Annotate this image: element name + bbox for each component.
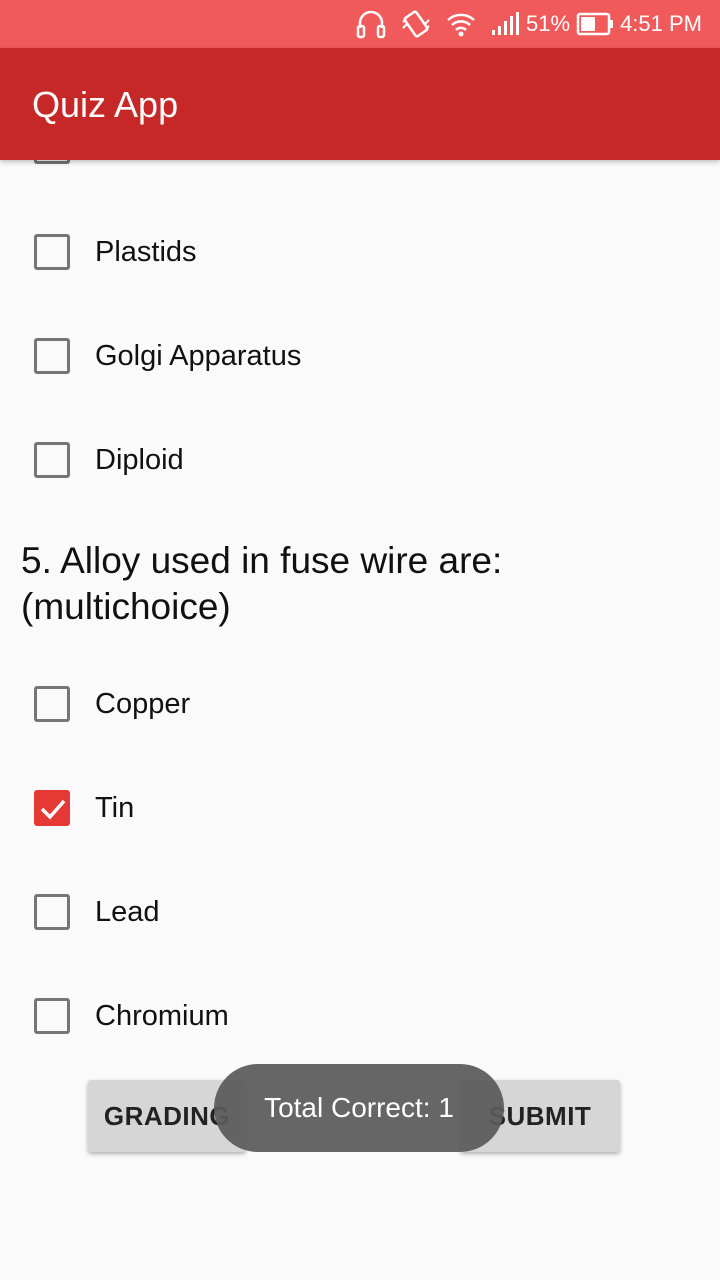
app-bar: Quiz App xyxy=(0,48,720,160)
checkbox[interactable] xyxy=(34,686,70,722)
option-label: Plastids xyxy=(95,235,197,268)
checkmark-icon xyxy=(40,799,66,820)
option-label: Copper xyxy=(95,687,191,720)
checkbox[interactable] xyxy=(34,234,70,270)
question-5-text: 5. Alloy used in fuse wire are: (multich… xyxy=(21,540,503,627)
signal-icon xyxy=(490,11,520,37)
option-tin[interactable]: Tin xyxy=(0,778,720,838)
option-golgi-apparatus[interactable]: Golgi Apparatus xyxy=(0,326,720,386)
option-label: Diploid xyxy=(95,443,184,476)
option-lead[interactable]: Lead xyxy=(0,882,720,942)
checkbox[interactable] xyxy=(34,338,70,374)
headphones-icon xyxy=(356,8,386,40)
clock: 4:51 PM xyxy=(620,11,702,36)
option-chromium[interactable]: Chromium xyxy=(0,986,720,1046)
toast-message: Total Correct: 1 xyxy=(214,1064,504,1152)
quiz-content[interactable]: Plastids Golgi Apparatus Diploid 5. Allo… xyxy=(0,160,720,1280)
vibrate-icon xyxy=(400,9,432,39)
checkbox[interactable] xyxy=(34,442,70,478)
checkbox[interactable] xyxy=(34,998,70,1034)
option-plastids[interactable]: Plastids xyxy=(0,222,720,282)
option-diploid[interactable]: Diploid xyxy=(0,430,720,490)
option-label: Lead xyxy=(95,895,160,928)
battery-icon xyxy=(576,12,614,36)
checkbox-partial[interactable] xyxy=(34,160,70,164)
battery-percent: 51% xyxy=(526,11,571,36)
wifi-icon xyxy=(446,10,476,38)
checkbox-checked[interactable] xyxy=(34,790,70,826)
status-bar: 51% 4:51 PM xyxy=(0,0,720,48)
option-label: Golgi Apparatus xyxy=(95,339,302,372)
app-title: Quiz App xyxy=(32,84,179,125)
option-label: Chromium xyxy=(95,999,229,1032)
option-label: Tin xyxy=(95,791,135,824)
option-copper[interactable]: Copper xyxy=(0,674,720,734)
checkbox[interactable] xyxy=(34,894,70,930)
